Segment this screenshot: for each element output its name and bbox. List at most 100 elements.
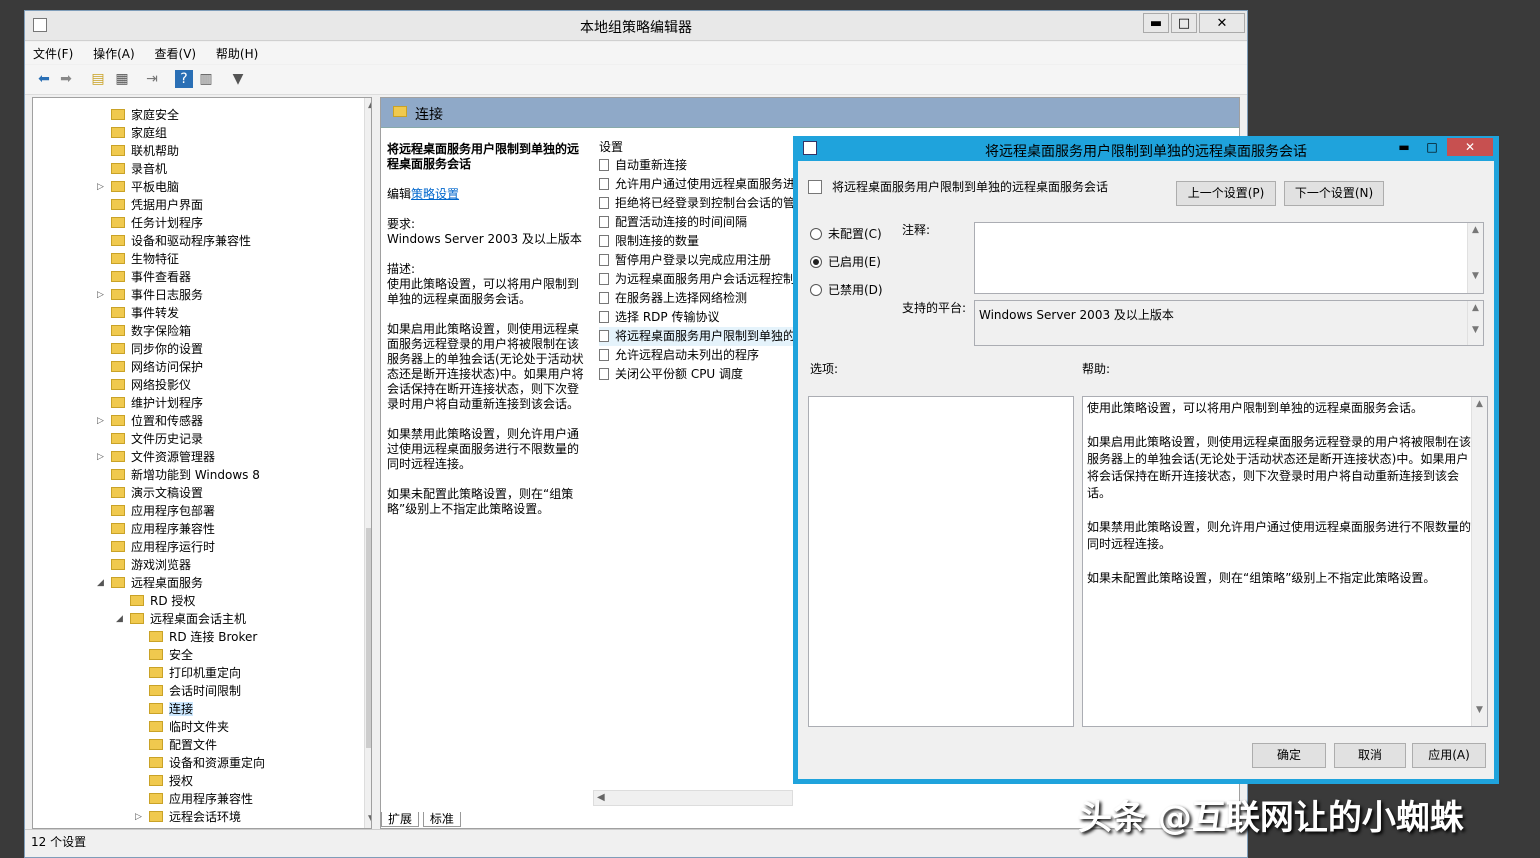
show-hide-tree-icon[interactable]: ▦ [113,70,131,88]
folder-icon [130,595,144,606]
expand-arrow-icon[interactable]: ▷ [135,808,142,826]
horizontal-scrollbar[interactable]: ◀ [593,790,793,806]
setting-row[interactable]: 拒绝将已经登录到控制台会话的管 [599,194,795,213]
tree-item[interactable]: 录音机 [111,160,167,178]
tree-scrollbar[interactable]: ▲ ▼ [364,98,371,828]
tree-item[interactable]: ▷ 远程会话环境 [135,808,241,826]
menu-help[interactable]: 帮助(H) [208,42,266,62]
tab-extended[interactable]: 扩展 [381,812,420,827]
setting-row[interactable]: 关闭公平份额 CPU 调度 [599,365,743,384]
menu-view[interactable]: 查看(V) [147,42,205,62]
tree-item[interactable]: ◢ 远程桌面会话主机 [116,610,246,628]
setting-row[interactable]: 自动重新连接 [599,156,687,175]
tree-item[interactable]: ▷ 平板电脑 [97,178,179,196]
tree-item[interactable]: 安全 [149,646,193,664]
comment-textarea[interactable]: ▲ ▼ [974,222,1484,294]
expand-arrow-icon[interactable]: ◢ [97,574,104,592]
tree-item[interactable]: 临时文件夹 [149,718,229,736]
tree-item[interactable]: 维护计划程序 [111,394,203,412]
tree-item[interactable]: 网络访问保护 [111,358,203,376]
ok-button[interactable]: 确定 [1252,743,1326,768]
tree-item[interactable]: 家庭组 [111,124,167,142]
expand-arrow-icon[interactable]: ▷ [97,178,104,196]
tree-item[interactable]: 文件历史记录 [111,430,203,448]
help-scrollbar[interactable]: ▲ ▼ [1471,397,1487,726]
maximize-button[interactable]: □ [1171,13,1197,33]
tree-item[interactable]: 联机帮助 [111,142,179,160]
tree-item[interactable]: 数字保险箱 [111,322,191,340]
setting-row[interactable]: 限制连接的数量 [599,232,699,251]
tree-item[interactable]: 打印机重定向 [149,664,241,682]
dialog-close-button[interactable]: ✕ [1447,138,1493,156]
tree-item[interactable]: 设备和资源重定向 [149,754,265,772]
setting-row[interactable]: 允许远程启动未列出的程序 [599,346,759,365]
tree-item[interactable]: ◢ 远程桌面服务 [97,574,203,592]
radio-enabled[interactable]: 已启用(E) [810,254,881,270]
setting-row[interactable]: 将远程桌面服务用户限制到单独的 [599,327,796,346]
tree-item[interactable]: RD 授权 [130,592,195,610]
tab-standard[interactable]: 标准 [422,812,461,827]
setting-row[interactable]: 允许用户通过使用远程桌面服务进 [599,175,795,194]
dialog-title-bar[interactable]: 将远程桌面服务用户限制到单独的远程桌面服务会话 ▬ □ ✕ [793,136,1499,161]
tree-item[interactable]: 事件查看器 [111,268,191,286]
filter-icon[interactable]: ▼ [229,70,247,88]
tree-item[interactable]: ▷ 事件日志服务 [97,286,203,304]
help-icon[interactable]: ? [175,70,193,88]
tree-item[interactable]: 应用程序包部署 [111,502,215,520]
tree-item[interactable]: 凭据用户界面 [111,196,203,214]
tree-item[interactable]: 会话时间限制 [149,682,241,700]
setting-row[interactable]: 为远程桌面服务用户会话远程控制 [599,270,795,289]
next-setting-button[interactable]: 下一个设置(N) [1284,181,1384,206]
expand-arrow-icon[interactable]: ▷ [97,286,104,304]
radio-disabled[interactable]: 已禁用(D) [810,282,883,298]
apply-button[interactable]: 应用(A) [1412,743,1486,768]
setting-row[interactable]: 暂停用户登录以完成应用注册 [599,251,771,270]
dialog-minimize-button[interactable]: ▬ [1391,138,1417,156]
tree-item[interactable]: 应用程序兼容性 [149,790,253,808]
comment-scrollbar[interactable]: ▲ ▼ [1467,223,1483,293]
tree-item[interactable]: 授权 [149,772,193,790]
tree-item[interactable]: 新增功能到 Windows 8 [111,466,260,484]
tree-item[interactable]: ▷ 位置和传感器 [97,412,203,430]
setting-row[interactable]: 选择 RDP 传输协议 [599,308,719,327]
tree-item[interactable]: 连接 [149,700,194,718]
menu-action[interactable]: 操作(A) [85,42,143,62]
tree-item[interactable]: 家庭安全 [111,106,179,124]
setting-row[interactable]: 在服务器上选择网络检测 [599,289,747,308]
cancel-button[interactable]: 取消 [1334,743,1406,768]
tree-item[interactable]: 生物特征 [111,250,179,268]
tree-item[interactable]: 任务计划程序 [111,214,203,232]
expand-arrow-icon[interactable]: ▷ [97,448,104,466]
tree-item[interactable]: 应用程序兼容性 [111,520,215,538]
tree-item[interactable]: 设备和驱动程序兼容性 [111,232,251,250]
properties-icon[interactable]: ▥ [197,70,215,88]
title-bar[interactable]: 本地组策略编辑器 ▬ □ ✕ [25,11,1247,41]
up-folder-icon[interactable]: ▤ [89,70,107,88]
tree-item-label: 家庭组 [131,126,168,140]
edit-policy-link[interactable]: 策略设置 [411,187,459,201]
tree-item[interactable]: 配置文件 [149,736,217,754]
expand-arrow-icon[interactable]: ◢ [116,610,123,628]
tree-item[interactable]: RD 连接 Broker [149,628,257,646]
folder-icon [111,361,125,372]
tree-item[interactable]: 演示文稿设置 [111,484,203,502]
previous-setting-button[interactable]: 上一个设置(P) [1176,181,1276,206]
minimize-button[interactable]: ▬ [1143,13,1169,33]
settings-column-header[interactable]: 设置 [599,138,623,157]
back-arrow-icon[interactable]: ⬅ [35,70,53,88]
close-button[interactable]: ✕ [1199,13,1245,33]
tree-item[interactable]: ▷ 文件资源管理器 [97,448,215,466]
dialog-maximize-button[interactable]: □ [1419,138,1445,156]
radio-not-configured[interactable]: 未配置(C) [810,226,882,242]
platform-scrollbar[interactable]: ▲ ▼ [1467,301,1483,345]
setting-row[interactable]: 配置活动连接的时间间隔 [599,213,747,232]
forward-arrow-icon[interactable]: ➡ [57,70,75,88]
expand-arrow-icon[interactable]: ▷ [97,412,104,430]
menu-file[interactable]: 文件(F) [25,42,81,62]
tree-item[interactable]: 游戏浏览器 [111,556,191,574]
tree-item[interactable]: 网络投影仪 [111,376,191,394]
tree-item[interactable]: 应用程序运行时 [111,538,215,556]
tree-item[interactable]: 同步你的设置 [111,340,203,358]
tree-item[interactable]: 事件转发 [111,304,179,322]
export-list-icon[interactable]: ⇥ [143,70,161,88]
